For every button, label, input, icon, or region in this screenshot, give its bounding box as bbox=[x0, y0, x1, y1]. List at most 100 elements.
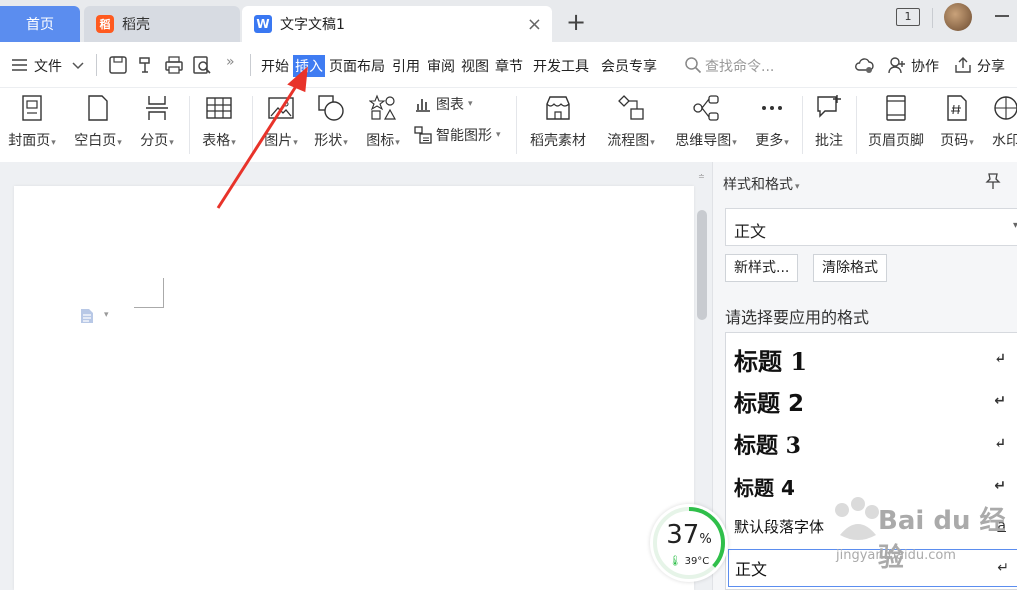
header-footer-icon bbox=[886, 95, 906, 121]
divider bbox=[856, 96, 857, 154]
icons-gallery-icon bbox=[368, 94, 397, 120]
hamburger-icon[interactable] bbox=[10, 55, 30, 75]
more-insert-button[interactable]: 更多▾ bbox=[752, 94, 792, 150]
window-switch-icon[interactable]: 1 bbox=[896, 8, 920, 26]
split-handle-icon[interactable]: ≐ bbox=[698, 172, 705, 181]
smartart-label: 智能图形 bbox=[436, 128, 492, 144]
menu-file[interactable]: 文件 bbox=[34, 56, 62, 76]
paragraph-layout-icon[interactable] bbox=[80, 308, 94, 324]
header-footer-label: 页眉页脚 bbox=[868, 133, 924, 149]
avatar[interactable] bbox=[944, 3, 972, 31]
tab-docer-label: 稻壳 bbox=[122, 17, 150, 33]
shape-button[interactable]: 形状▾ bbox=[310, 94, 352, 150]
cover-page-icon bbox=[22, 95, 42, 121]
style-name: 标题 3 bbox=[734, 433, 801, 459]
table-button[interactable]: 表格▾ bbox=[198, 94, 240, 150]
watermark-button[interactable]: 水印 bbox=[986, 94, 1017, 150]
comment-button[interactable]: 批注 bbox=[810, 94, 848, 150]
tab-home-label: 首页 bbox=[26, 17, 54, 33]
pin-icon[interactable] bbox=[985, 172, 1001, 190]
page-break-button[interactable]: 分页▾ bbox=[136, 94, 178, 150]
chart-button[interactable]: 图表 ▾ bbox=[414, 94, 473, 114]
print-icon[interactable] bbox=[164, 55, 184, 75]
title-bar: 首页 稻 稻壳 W 文字文稿1 × + 1 bbox=[0, 0, 1017, 42]
menu-developer[interactable]: 开发工具 bbox=[533, 56, 589, 76]
blank-page-label: 空白页 bbox=[74, 133, 117, 149]
menu-bar: 文件 » 开始 插入 页面布局 引用 审阅 视图 章节 开发工具 会员专享 查找… bbox=[0, 42, 1017, 88]
style-heading-2[interactable]: 标题 2 ↵ bbox=[734, 383, 1017, 419]
flowchart-button[interactable]: 流程图▾ bbox=[600, 94, 662, 150]
mindmap-button[interactable]: 思维导图▾ bbox=[670, 94, 742, 150]
picture-button[interactable]: 图片▾ bbox=[260, 94, 302, 150]
watermark-icon bbox=[994, 96, 1017, 120]
new-style-button[interactable]: 新样式... bbox=[725, 254, 799, 282]
cover-page-button[interactable]: 封面页▾ bbox=[4, 94, 60, 150]
menu-chapter[interactable]: 章节 bbox=[495, 56, 523, 76]
mindmap-label: 思维导图 bbox=[675, 133, 732, 149]
new-tab-button[interactable]: + bbox=[566, 8, 586, 36]
pane-title-label: 样式和格式 bbox=[723, 177, 793, 193]
page-number-icon bbox=[947, 95, 967, 121]
flowchart-label: 流程图 bbox=[607, 133, 650, 149]
table-icon bbox=[206, 97, 232, 119]
cloud-icon[interactable] bbox=[853, 55, 875, 75]
document-page[interactable]: ▾ bbox=[14, 186, 694, 590]
collaborate-icon[interactable] bbox=[887, 55, 907, 75]
collaborate-label[interactable]: 协作 bbox=[911, 56, 939, 76]
menu-start[interactable]: 开始 bbox=[261, 56, 289, 76]
style-heading-3[interactable]: 标题 3 ↵ bbox=[734, 426, 1017, 462]
divider bbox=[932, 8, 933, 28]
chevron-down-icon[interactable] bbox=[70, 57, 86, 73]
divider bbox=[252, 96, 253, 154]
current-style-select[interactable]: 正文 ▾ bbox=[725, 208, 1017, 246]
comment-label: 批注 bbox=[815, 133, 843, 149]
picture-label: 图片 bbox=[264, 133, 293, 149]
docer-material-button[interactable]: 稻壳素材 bbox=[526, 94, 590, 150]
clear-format-button[interactable]: 清除格式 bbox=[813, 254, 887, 282]
tab-home[interactable]: 首页 bbox=[0, 6, 80, 42]
store-icon bbox=[546, 96, 570, 120]
share-label[interactable]: 分享 bbox=[977, 56, 1005, 76]
page-number-button[interactable]: 页码▾ bbox=[936, 94, 978, 150]
close-tab-icon[interactable]: × bbox=[527, 14, 542, 35]
menu-insert[interactable]: 插入 bbox=[293, 55, 325, 77]
search-command-input[interactable]: 查找命令... bbox=[705, 56, 774, 76]
menu-review[interactable]: 审阅 bbox=[427, 56, 455, 76]
blank-page-icon bbox=[88, 95, 108, 121]
menu-member[interactable]: 会员专享 bbox=[601, 56, 657, 76]
scrollbar-thumb[interactable] bbox=[697, 210, 707, 320]
menu-page-layout[interactable]: 页面布局 bbox=[329, 56, 385, 76]
usage-percent: 37% bbox=[650, 520, 728, 550]
smartart-icon bbox=[414, 126, 432, 144]
format-painter-icon[interactable] bbox=[136, 55, 156, 75]
more-quick-access-icon[interactable]: » bbox=[226, 54, 235, 70]
more-label: 更多 bbox=[755, 133, 784, 149]
smartart-button[interactable]: 智能图形 ▾ bbox=[414, 125, 501, 145]
menu-view[interactable]: 视图 bbox=[461, 56, 489, 76]
cover-page-label: 封面页 bbox=[8, 133, 51, 149]
style-name: 标题 1 bbox=[734, 346, 808, 376]
paragraph-mark-icon: ↵ bbox=[994, 436, 1006, 452]
tab-document[interactable]: W 文字文稿1 × bbox=[242, 6, 552, 42]
icon-label: 图标 bbox=[366, 133, 395, 149]
menu-references[interactable]: 引用 bbox=[392, 56, 420, 76]
share-icon[interactable] bbox=[953, 55, 973, 75]
style-name: 标题 4 bbox=[734, 475, 795, 500]
save-icon[interactable] bbox=[108, 55, 128, 75]
mindmap-icon bbox=[693, 95, 719, 121]
docer-logo-icon: 稻 bbox=[96, 15, 114, 33]
icon-button[interactable]: 图标▾ bbox=[362, 94, 404, 150]
style-heading-1[interactable]: 标题 1 ↵ bbox=[734, 341, 1017, 377]
search-icon[interactable] bbox=[684, 56, 702, 74]
performance-widget[interactable]: 37% 🌡 39°C bbox=[650, 504, 728, 582]
blank-page-button[interactable]: 空白页▾ bbox=[70, 94, 126, 150]
print-preview-icon[interactable] bbox=[192, 55, 212, 75]
tab-docer[interactable]: 稻 稻壳 bbox=[84, 6, 240, 42]
table-label: 表格 bbox=[202, 133, 231, 149]
header-footer-button[interactable]: 页眉页脚 bbox=[864, 94, 928, 150]
chevron-down-icon[interactable]: ▾ bbox=[104, 310, 109, 320]
minimize-icon[interactable] bbox=[995, 15, 1009, 17]
style-name: 正文 bbox=[735, 560, 768, 579]
style-name: 默认段落字体 bbox=[734, 517, 825, 536]
pane-title[interactable]: 样式和格式 ▾ bbox=[723, 174, 800, 194]
